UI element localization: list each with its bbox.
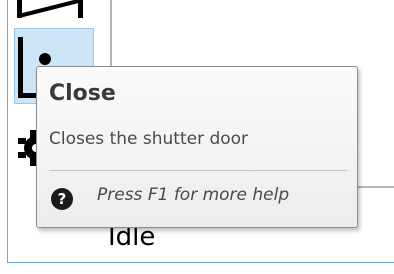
tooltip-description: Closes the shutter door: [49, 129, 249, 149]
tooltip-help-text: Press F1 for more help: [97, 185, 290, 205]
shutter-open-icon: [17, 0, 83, 18]
tooltip-separator: [49, 170, 347, 171]
tooltip-title: Close: [49, 81, 116, 106]
panel-left-border: [7, 0, 8, 262]
shutter-open-tool-button[interactable]: [14, 0, 94, 20]
question-circle-icon: ?: [51, 188, 73, 210]
horizontal-divider: [356, 186, 394, 188]
vertical-divider: [110, 0, 112, 66]
panel-bottom-border: [7, 262, 394, 263]
tooltip: Close Closes the shutter door ? Press F1…: [36, 66, 358, 228]
svg-text:?: ?: [58, 190, 67, 208]
